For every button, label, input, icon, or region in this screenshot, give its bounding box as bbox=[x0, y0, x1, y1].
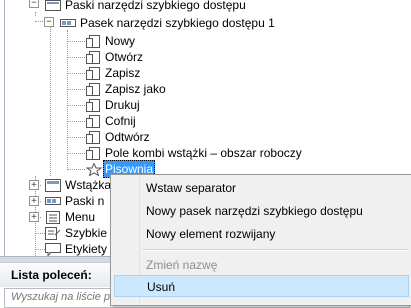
menu-separator bbox=[142, 249, 408, 251]
toolbar-folder-icon bbox=[45, 0, 61, 11]
toolbar-icon bbox=[45, 197, 61, 205]
collapse-toggle[interactable]: − bbox=[29, 0, 39, 8]
command-icon bbox=[86, 67, 100, 80]
command-icon bbox=[86, 147, 100, 160]
menu-item-label: Nowy element rozwijany bbox=[146, 227, 276, 241]
command-icon bbox=[86, 51, 100, 64]
command-list-title: Lista poleceń: bbox=[11, 268, 92, 282]
menu-item-new-toolbar[interactable]: Nowy pasek narzędzi szybkiego dostępu bbox=[114, 200, 409, 222]
ribbon-icon bbox=[45, 179, 61, 192]
tree-item-label: Paski narzędzi szybkiego dostępu bbox=[65, 0, 246, 12]
menu-item-label: Zmień nazwę bbox=[146, 258, 218, 272]
expand-toggle[interactable]: + bbox=[29, 212, 39, 222]
command-icon bbox=[86, 35, 100, 48]
context-menu: Wstaw separator Nowy pasek narzędzi szyb… bbox=[110, 174, 411, 306]
menu-item-rename[interactable]: Zmień nazwę bbox=[114, 254, 409, 276]
menu-item-delete[interactable]: Usuń bbox=[114, 275, 409, 297]
tooltip-icon bbox=[45, 243, 61, 256]
command-icon bbox=[86, 115, 100, 128]
menu-item-insert-separator[interactable]: Wstaw separator bbox=[114, 177, 409, 199]
properties-icon bbox=[45, 227, 61, 240]
tree-item-toolbar-1[interactable]: − Pasek narzędzi szybkiego dostępu 1 bbox=[5, 14, 410, 32]
command-icon bbox=[86, 99, 100, 112]
toolbar-icon bbox=[60, 19, 76, 27]
command-icon bbox=[86, 131, 100, 144]
star-icon bbox=[86, 163, 102, 176]
menu-icon bbox=[46, 211, 60, 224]
expand-toggle[interactable]: + bbox=[29, 180, 39, 190]
expand-toggle[interactable]: + bbox=[29, 196, 39, 206]
menu-item-label: Nowy pasek narzędzi szybkiego dostępu bbox=[146, 204, 363, 218]
menu-item-label: Usuń bbox=[147, 280, 176, 294]
menu-item-label: Wstaw separator bbox=[146, 181, 237, 195]
collapse-toggle[interactable]: − bbox=[44, 17, 54, 27]
command-icon bbox=[86, 83, 100, 96]
tree-item-label: Pasek narzędzi szybkiego dostępu 1 bbox=[80, 16, 275, 30]
menu-item-new-dropdown[interactable]: Nowy element rozwijany bbox=[114, 223, 409, 245]
